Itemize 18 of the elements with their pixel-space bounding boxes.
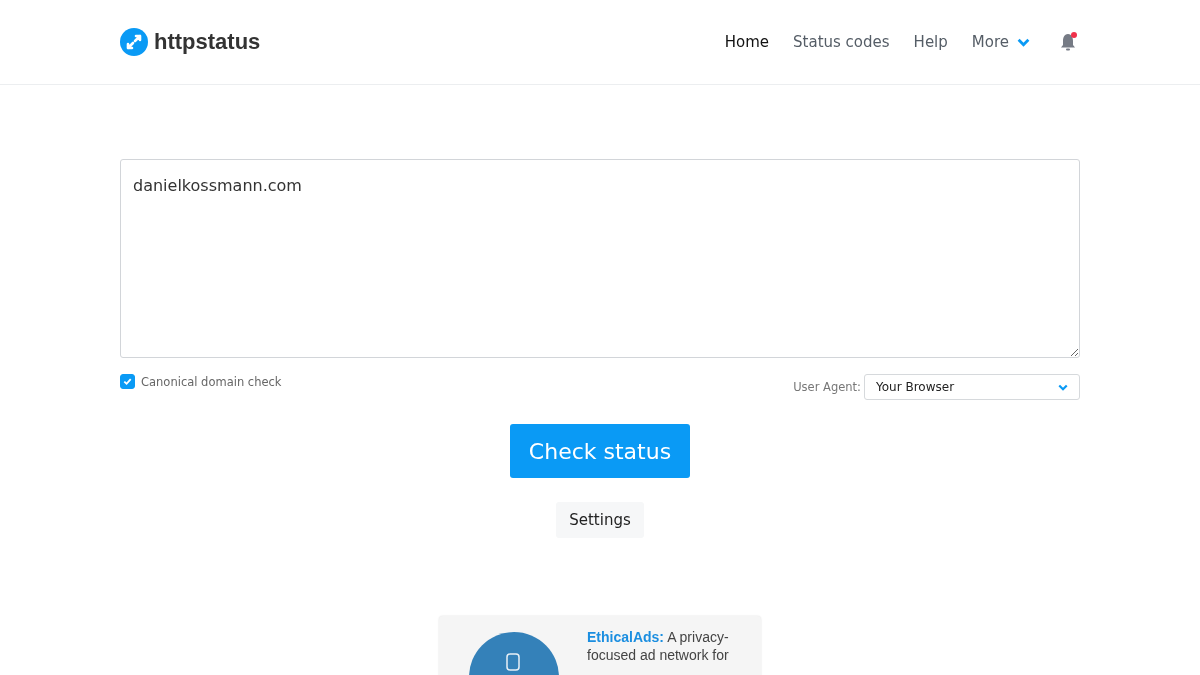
user-agent-label: User Agent: [793,380,861,394]
chevron-down-icon [1017,37,1030,47]
nav-link[interactable]: Home [724,33,770,51]
brand-name[interactable]: httpstatus [154,29,261,55]
user-agent-select[interactable]: Your Browser [864,374,1080,400]
settings-button[interactable]: Settings [556,502,644,538]
chevron-down-icon [1058,383,1068,391]
ad-logo-icon [469,632,559,675]
nav-link[interactable]: Help [913,33,948,51]
url-input-field[interactable]: danielkossmann.com [120,159,1080,358]
ad-text: EthicalAds: A privacy-focused ad network for [587,628,730,665]
checkbox[interactable] [120,374,135,389]
checkmark-icon [122,376,133,387]
bell-icon[interactable] [1058,31,1080,53]
nav-link[interactable]: Status codes [793,33,890,51]
logo-icon [120,28,148,56]
checkbox-label: Canonical domain check [141,374,282,389]
nav-dropdown[interactable]: More [971,33,1030,51]
